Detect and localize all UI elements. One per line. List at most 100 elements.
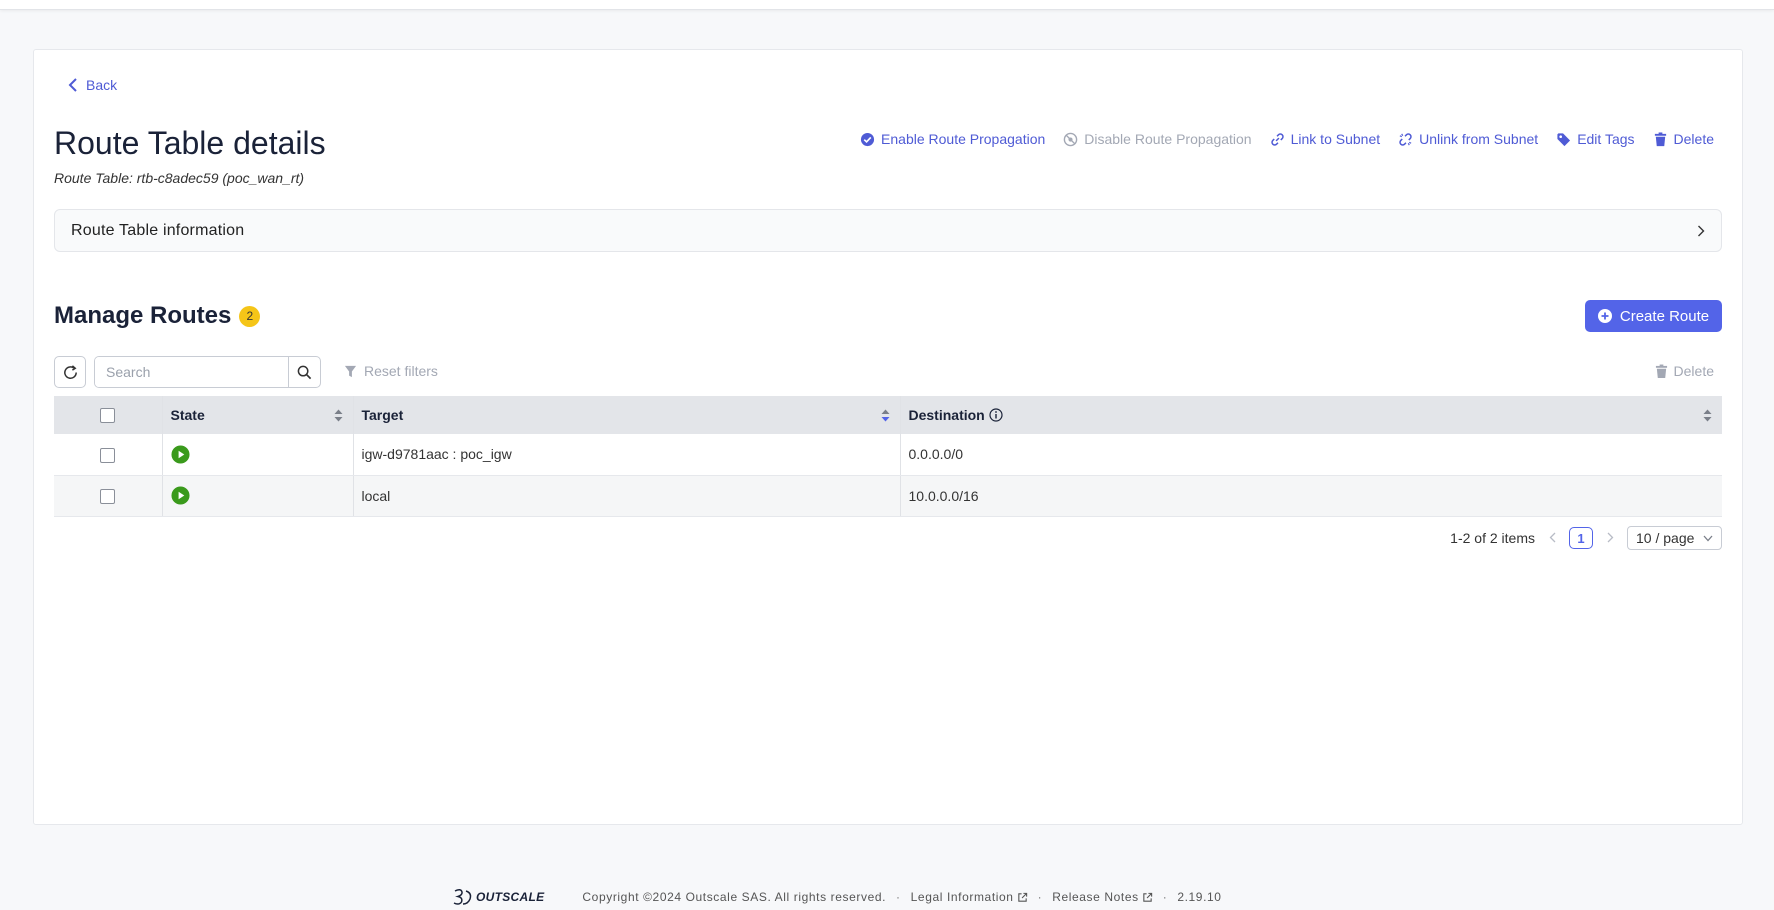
unlink-subnet-button[interactable]: Unlink from Subnet bbox=[1398, 131, 1538, 147]
trash-icon bbox=[1654, 131, 1666, 146]
legal-information-label: Legal Information bbox=[910, 890, 1014, 904]
play-circle-icon bbox=[170, 445, 190, 464]
sort-icon[interactable] bbox=[881, 409, 890, 422]
info-icon[interactable] bbox=[989, 408, 1003, 422]
reset-filters-label: Reset filters bbox=[364, 363, 438, 379]
destination-cell: 0.0.0.0/0 bbox=[899, 434, 1722, 476]
chevron-left-icon bbox=[68, 78, 77, 92]
eye-off-icon bbox=[1063, 132, 1078, 146]
separator: · bbox=[1037, 890, 1043, 904]
search-input[interactable] bbox=[95, 357, 288, 387]
external-link-icon bbox=[1143, 892, 1152, 902]
header-actions: Enable Route Propagation Disable Route P… bbox=[860, 131, 1714, 147]
manage-routes-title: Manage Routes bbox=[54, 302, 232, 329]
page-size-select[interactable]: 10 / page bbox=[1627, 526, 1722, 550]
chevron-right-icon bbox=[1607, 532, 1613, 542]
play-circle-icon bbox=[170, 486, 190, 505]
refresh-icon bbox=[63, 364, 77, 379]
target-header-label: Target bbox=[361, 407, 404, 423]
trash-icon bbox=[1655, 364, 1667, 378]
chevron-right-icon bbox=[1698, 225, 1705, 236]
pagination-summary: 1-2 of 2 items bbox=[1450, 530, 1535, 546]
delete-routes-button[interactable]: Delete bbox=[1655, 363, 1714, 379]
delete-label: Delete bbox=[1673, 131, 1714, 147]
delete-button[interactable]: Delete bbox=[1653, 131, 1714, 147]
enable-propagation-label: Enable Route Propagation bbox=[881, 131, 1046, 147]
disable-propagation-label: Disable Route Propagation bbox=[1084, 131, 1252, 147]
legal-information-link[interactable]: Legal Information bbox=[911, 890, 1028, 904]
sort-icon[interactable] bbox=[1703, 409, 1712, 422]
back-label: Back bbox=[86, 77, 118, 93]
row-select-cell bbox=[54, 434, 162, 476]
reset-filters-button[interactable]: Reset filters bbox=[344, 363, 438, 379]
route-table-info-panel[interactable]: Route Table information bbox=[54, 209, 1722, 252]
column-header-destination[interactable]: Destination bbox=[899, 396, 1722, 434]
sort-icon[interactable] bbox=[334, 409, 343, 422]
brand-name: OUTSCALE bbox=[476, 890, 545, 904]
footer: OUTSCALE Copyright ©2024 Outscale SAS. A… bbox=[453, 888, 1222, 906]
table-row[interactable]: igw-d9781aac : poc_igw 0.0.0.0/0 bbox=[54, 434, 1722, 476]
link-icon bbox=[1270, 132, 1284, 146]
external-link-icon bbox=[1017, 892, 1027, 902]
page-number-button[interactable]: 1 bbox=[1569, 527, 1593, 549]
filter-icon bbox=[344, 365, 357, 377]
manage-routes-heading: Manage Routes 2 bbox=[54, 302, 261, 330]
destination-header-label: Destination bbox=[908, 407, 985, 423]
column-header-target[interactable]: Target bbox=[352, 396, 900, 434]
pagination: 1-2 of 2 items 1 10 / page bbox=[1450, 526, 1722, 550]
top-bar bbox=[0, 0, 1774, 10]
routes-table: State Target Destination igw-d9781aac : bbox=[54, 396, 1722, 517]
3ds-logo-icon bbox=[453, 888, 472, 905]
check-circle-icon bbox=[860, 132, 875, 146]
next-page-button[interactable] bbox=[1603, 531, 1617, 546]
destination-cell: 10.0.0.0/16 bbox=[899, 475, 1722, 517]
prev-page-button[interactable] bbox=[1545, 531, 1559, 546]
back-link[interactable]: Back bbox=[68, 77, 117, 93]
select-all-checkbox[interactable] bbox=[100, 408, 116, 424]
state-cell bbox=[161, 475, 353, 517]
state-cell bbox=[161, 434, 353, 476]
destination-header: Destination bbox=[909, 407, 1003, 423]
version-text: 2.19.10 bbox=[1177, 890, 1222, 904]
table-header-row: State Target Destination bbox=[54, 396, 1722, 434]
outscale-logo: OUTSCALE bbox=[453, 888, 544, 906]
create-route-button[interactable]: Create Route bbox=[1585, 300, 1722, 332]
info-panel-label: Route Table information bbox=[71, 221, 245, 239]
search-button[interactable] bbox=[288, 357, 320, 387]
disable-propagation-button[interactable]: Disable Route Propagation bbox=[1063, 131, 1252, 147]
release-notes-link[interactable]: Release Notes bbox=[1052, 890, 1153, 904]
row-select-cell bbox=[54, 475, 162, 517]
unlink-subnet-label: Unlink from Subnet bbox=[1419, 131, 1539, 147]
separator: · bbox=[896, 890, 901, 904]
search-box bbox=[94, 356, 321, 388]
separator: · bbox=[1162, 890, 1168, 904]
column-header-state[interactable]: State bbox=[161, 396, 353, 434]
page-size-value: 10 / page bbox=[1636, 530, 1695, 546]
create-route-label: Create Route bbox=[1619, 307, 1710, 325]
tag-icon bbox=[1557, 132, 1571, 146]
table-row[interactable]: local 10.0.0.0/16 bbox=[54, 475, 1722, 517]
copyright-text: Copyright ©2024 Outscale SAS. All rights… bbox=[582, 890, 887, 904]
state-header-label: State bbox=[170, 407, 205, 423]
plus-circle-icon bbox=[1597, 309, 1612, 323]
select-all-cell bbox=[54, 396, 162, 434]
target-cell: igw-d9781aac : poc_igw bbox=[352, 434, 900, 476]
edit-tags-label: Edit Tags bbox=[1577, 131, 1635, 147]
enable-propagation-button[interactable]: Enable Route Propagation bbox=[860, 131, 1045, 147]
chevron-left-icon bbox=[1549, 532, 1555, 542]
search-icon bbox=[297, 365, 312, 379]
delete-routes-label: Delete bbox=[1673, 363, 1714, 379]
row-checkbox[interactable] bbox=[100, 447, 116, 463]
edit-tags-button[interactable]: Edit Tags bbox=[1556, 131, 1635, 147]
target-cell: local bbox=[352, 475, 900, 517]
page-title: Route Table details bbox=[54, 125, 326, 161]
link-subnet-label: Link to Subnet bbox=[1290, 131, 1381, 147]
row-checkbox[interactable] bbox=[100, 488, 116, 504]
routes-count-badge: 2 bbox=[239, 305, 261, 327]
refresh-button[interactable] bbox=[54, 356, 86, 388]
link-subnet-button[interactable]: Link to Subnet bbox=[1270, 131, 1381, 147]
release-notes-label: Release Notes bbox=[1052, 890, 1139, 904]
chevron-down-icon bbox=[1703, 535, 1713, 541]
unlink-icon bbox=[1399, 132, 1412, 146]
page-subtitle: Route Table: rtb-c8adec59 (poc_wan_rt) bbox=[54, 170, 305, 186]
